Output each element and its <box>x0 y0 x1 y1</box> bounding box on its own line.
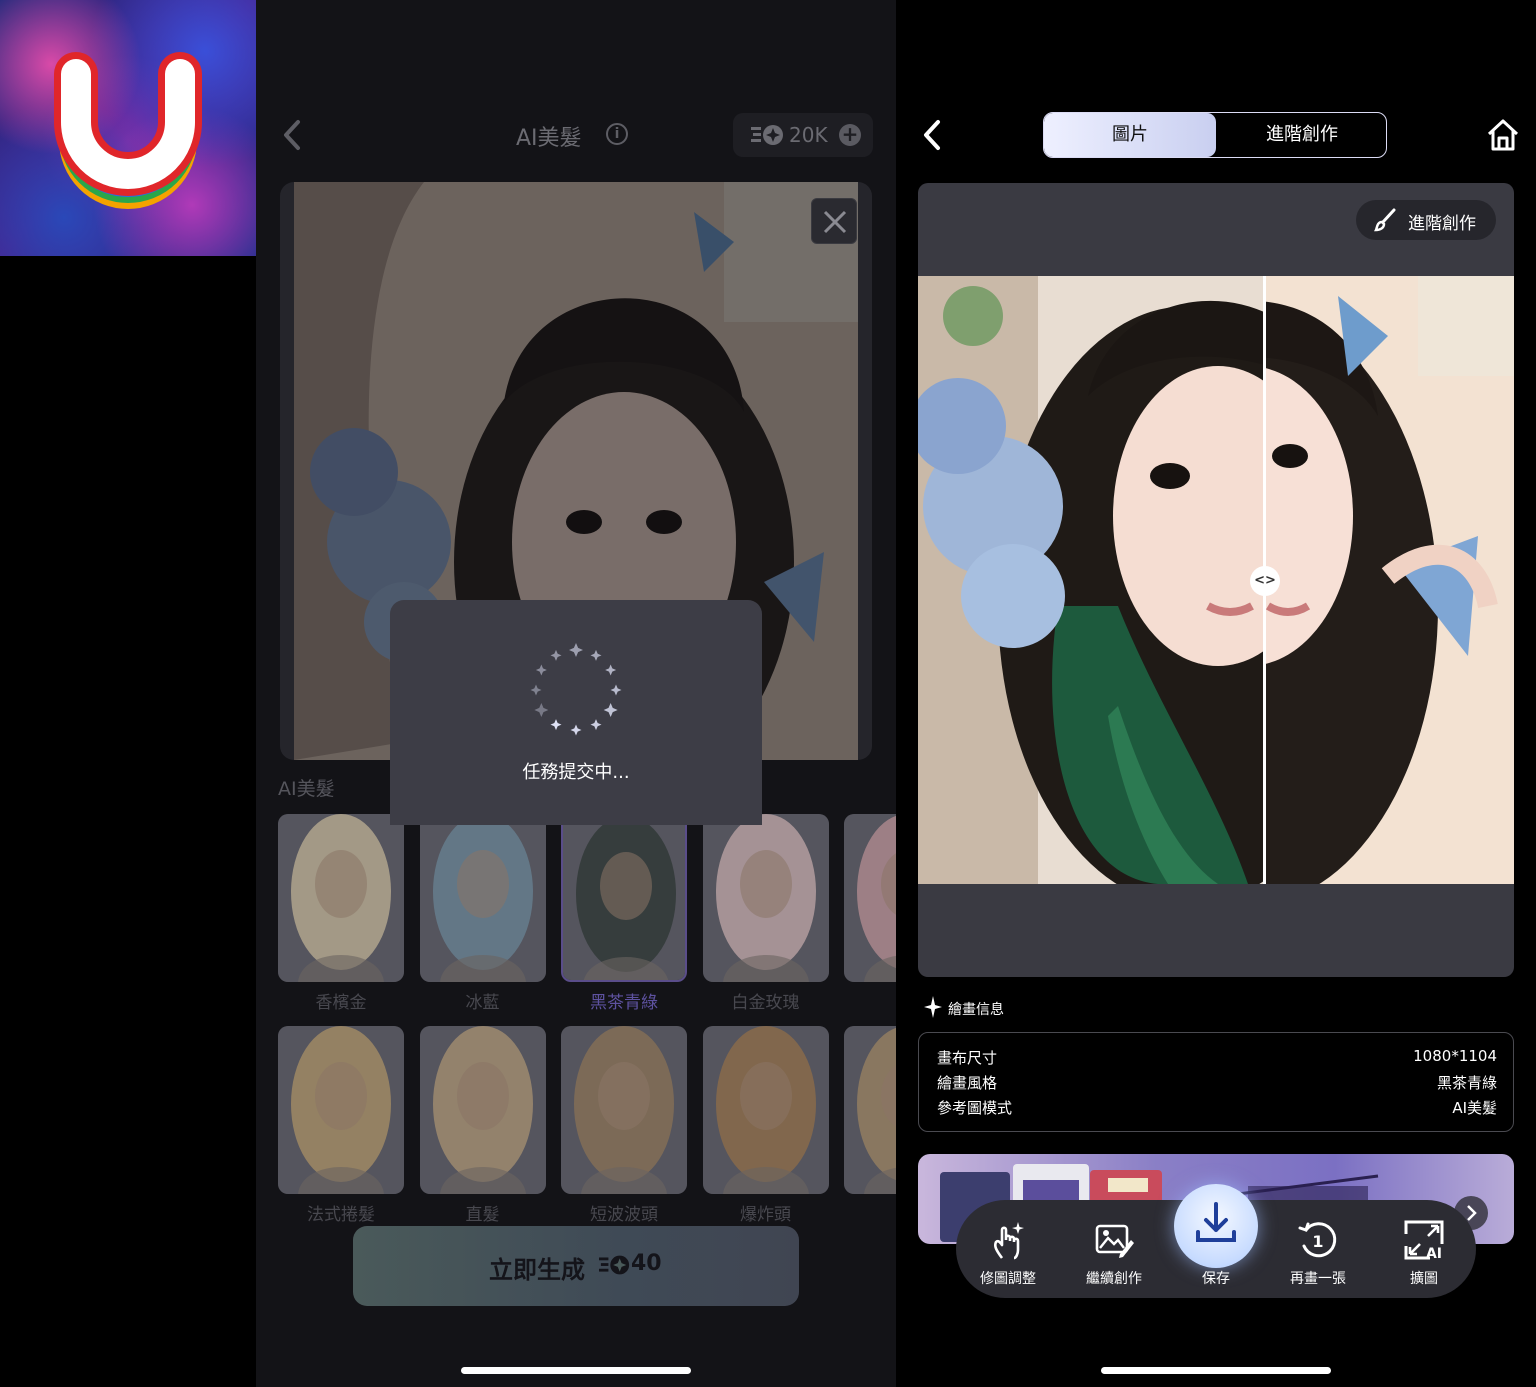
generate-button[interactable]: 立即生成 40 <box>353 1226 799 1306</box>
hair-style-card[interactable] <box>844 1026 896 1194</box>
expand-image-button[interactable]: AI 擴圖 <box>1374 1200 1474 1298</box>
hair-style-thumbnail <box>419 814 546 982</box>
hair-style-name: 短波波頭 <box>590 1205 658 1225</box>
hair-style-list-row-2: 法式捲髮 直髮 短波波頭 爆炸頭 短 <box>278 1026 896 1236</box>
close-photo-button[interactable] <box>811 198 857 244</box>
retouch-button[interactable]: 修圖調整 <box>958 1200 1058 1298</box>
before-after-compare[interactable] <box>918 276 1514 884</box>
credits-count: 20K <box>789 123 828 147</box>
loading-spinner-icon <box>530 643 622 736</box>
advanced-create-label: 進階創作 <box>1408 214 1476 234</box>
hair-style-thumbnail <box>278 814 404 982</box>
hair-style-name: 短 <box>844 1200 896 1225</box>
back-chevron-icon[interactable] <box>920 118 944 152</box>
hair-style-name: 櫻 <box>844 988 896 1013</box>
drawing-info-title: 繪畫信息 <box>948 1002 1004 1018</box>
drawing-info-header: 繪畫信息 <box>924 996 1004 1022</box>
expand-ai-icon: AI <box>1404 1220 1444 1260</box>
hair-style-name: 直髮 <box>465 1205 500 1225</box>
result-tabs: 圖片 進階創作 <box>1043 112 1387 158</box>
result-screen: 圖片 進階創作 進階創作 <> 繪畫信息 畫布尺寸 1080*1104 繪畫風格… <box>896 0 1536 1387</box>
hair-style-card[interactable] <box>419 814 546 982</box>
generate-cost: 40 <box>631 1251 662 1276</box>
hair-style-name: 爆炸頭 <box>740 1205 791 1225</box>
page-title: AI美髮 <box>516 126 582 151</box>
svg-text:AI: AI <box>1426 1246 1442 1260</box>
hair-style-name: 冰藍 <box>465 993 500 1013</box>
hair-style-name: 香檳金 <box>315 993 367 1013</box>
hair-style-screen: AI美髮 i 20K + AI美髮 香檳金 冰藍 黑茶青綠 白金玫瑰 法式捲髮 … <box>256 0 896 1387</box>
hair-style-thumbnail <box>419 1026 546 1194</box>
hair-style-name: 白金玫瑰 <box>731 993 800 1013</box>
hair-style-thumbnail <box>563 816 685 980</box>
hair-style-thumbnail <box>278 1026 404 1194</box>
home-indicator <box>461 1367 691 1374</box>
tab-image[interactable]: 圖片 <box>1044 113 1216 157</box>
home-indicator <box>1101 1367 1331 1374</box>
home-icon[interactable] <box>1486 118 1520 152</box>
redraw-icon: 1 <box>1298 1222 1337 1258</box>
hair-style-thumbnail <box>844 1026 896 1194</box>
hair-style-card[interactable] <box>419 1026 546 1194</box>
image-edit-icon <box>1095 1224 1134 1258</box>
hair-style-name: 黑茶青綠 <box>590 993 658 1013</box>
hair-style-card[interactable] <box>844 814 896 982</box>
close-icon <box>823 210 847 234</box>
credits-badge[interactable]: 20K + <box>733 113 873 157</box>
compare-drag-handle[interactable]: <> <box>1250 566 1280 596</box>
continue-create-button[interactable]: 繼續創作 <box>1064 1200 1164 1298</box>
advanced-create-button[interactable]: 進階創作 <box>1356 200 1496 240</box>
brush-icon <box>1374 208 1396 232</box>
section-label: AI美髮 <box>278 778 335 800</box>
redraw-button[interactable]: 1 再畫一張 <box>1268 1200 1368 1298</box>
save-button[interactable] <box>1174 1184 1258 1268</box>
hair-style-thumbnail <box>702 1026 829 1194</box>
download-icon <box>1196 1202 1236 1242</box>
app-icon-tile <box>0 0 256 256</box>
hair-style-list-row-1: 香檳金 冰藍 黑茶青綠 白金玫瑰 櫻 <box>278 814 896 1024</box>
sparkle-icon <box>924 996 942 1018</box>
hair-style-thumbnail <box>702 814 829 982</box>
hair-style-card[interactable] <box>561 1026 687 1194</box>
hair-style-card[interactable] <box>278 1026 404 1194</box>
back-chevron-icon[interactable] <box>280 118 304 152</box>
hair-style-name: 法式捲髮 <box>307 1205 375 1225</box>
hair-style-card[interactable] <box>702 1026 829 1194</box>
info-icon[interactable]: i <box>606 123 628 145</box>
loading-dialog: 任務提交中... <box>390 600 762 825</box>
loading-text: 任務提交中... <box>522 762 630 783</box>
coin-icon <box>599 1255 630 1275</box>
coin-icon <box>751 125 783 145</box>
hair-style-thumbnail <box>561 1026 687 1194</box>
drawing-info-table: 畫布尺寸 1080*1104 繪畫風格 黑茶青綠 參考圖模式 AI美髮 <box>918 1032 1514 1132</box>
hair-style-card[interactable] <box>561 814 687 982</box>
touch-sparkle-icon <box>993 1222 1024 1260</box>
save-label: 保存 <box>1202 1271 1230 1287</box>
generate-label: 立即生成 <box>489 1256 585 1284</box>
svg-text:1: 1 <box>1312 1232 1323 1251</box>
hair-style-card[interactable] <box>278 814 404 982</box>
add-credits-icon[interactable]: + <box>839 124 861 146</box>
u-logo-icon <box>54 52 202 209</box>
hair-style-thumbnail <box>844 814 896 982</box>
hair-style-card[interactable] <box>702 814 829 982</box>
tab-advanced[interactable]: 進階創作 <box>1216 113 1386 157</box>
